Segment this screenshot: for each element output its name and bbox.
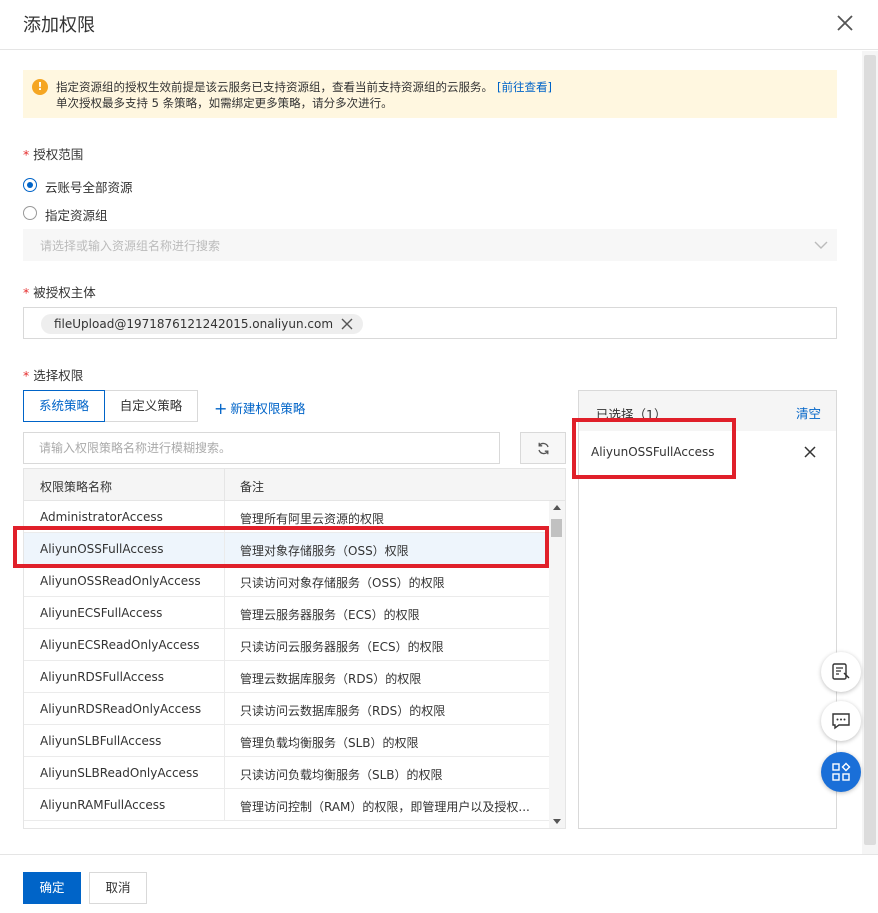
confirm-button[interactable]: 确定 (23, 872, 81, 904)
policy-name: AliyunRDSReadOnlyAccess (40, 702, 202, 716)
table-row[interactable]: AliyunECSFullAccess 管理云服务器服务（ECS）的权限 (24, 597, 549, 629)
highlight-box-row (13, 526, 549, 568)
cell-divider (224, 757, 225, 789)
plus-icon: + (214, 399, 228, 418)
table-row[interactable]: AliyunECSReadOnlyAccess 只读访问云服务器服务（ECS）的权… (24, 629, 549, 661)
policy-note: 管理负载均衡服务（SLB）的权限 (240, 736, 419, 750)
table-header: 权限策略名称 备注 (24, 469, 565, 501)
cell-divider (224, 629, 225, 661)
dialog-header: 添加权限 (0, 0, 878, 50)
clear-button[interactable]: 清空 (796, 403, 821, 422)
chat-button[interactable] (821, 701, 861, 741)
feedback-button[interactable] (821, 652, 861, 692)
radio-all-resources-label[interactable]: 云账号全部资源 (45, 177, 133, 196)
table-row[interactable]: AliyunOSSReadOnlyAccess 只读访问对象存储服务（OSS）的权… (24, 565, 549, 597)
cell-divider (224, 565, 225, 597)
principal-label: * 被授权主体 (23, 282, 96, 301)
scroll-down-icon[interactable] (553, 819, 561, 824)
tag-remove-icon[interactable] (341, 318, 353, 330)
principal-tag: fileUpload@1971876121242015.onaliyun.com (41, 314, 364, 334)
policy-note: 管理云服务器服务（ECS）的权限 (240, 608, 420, 622)
close-icon[interactable] (834, 12, 856, 34)
cancel-button[interactable]: 取消 (89, 872, 147, 904)
required-mark: * (23, 285, 30, 300)
required-mark: * (23, 147, 30, 162)
policy-name: AliyunSLBFullAccess (40, 734, 162, 748)
table-row[interactable]: AliyunSLBReadOnlyAccess 只读访问负载均衡服务（SLB）的权… (24, 757, 549, 789)
radio-all-resources[interactable] (23, 178, 37, 192)
principal-input[interactable]: fileUpload@1971876121242015.onaliyun.com (23, 307, 837, 339)
principal-tag-text: fileUpload@1971876121242015.onaliyun.com (54, 317, 334, 331)
scroll-up-icon[interactable] (553, 505, 561, 510)
chat-icon (832, 713, 850, 730)
policy-name: AliyunECSReadOnlyAccess (40, 638, 200, 652)
notice-banner: ! 指定资源组的授权生效前提是该云服务已支持资源组，查看当前支持资源组的云服务。… (23, 70, 837, 118)
policy-name: AliyunSLBReadOnlyAccess (40, 766, 199, 780)
refresh-icon (538, 442, 549, 455)
policy-table: 权限策略名称 备注 AdministratorAccess 管理所有阿里云资源的权… (23, 468, 566, 829)
dialog-title: 添加权限 (23, 15, 95, 36)
notice-text: 指定资源组的授权生效前提是该云服务已支持资源组，查看当前支持资源组的云服务。 (56, 80, 493, 94)
tab-system-policy[interactable]: 系统策略 (23, 390, 105, 422)
new-policy-link[interactable]: + 新建权限策略 (214, 398, 305, 418)
cell-divider (224, 693, 225, 725)
policy-name: AdministratorAccess (40, 510, 163, 524)
notice-link[interactable]: [前往查看] (497, 80, 552, 94)
policy-note: 只读访问云服务器服务（ECS）的权限 (240, 640, 444, 654)
notice-line-2: 单次授权最多支持 5 条策略，如需绑定更多策略，请分多次进行。 (56, 96, 393, 110)
table-row[interactable]: AliyunRDSReadOnlyAccess 只读访问云数据库服务（RDS）的权… (24, 693, 549, 725)
required-mark: * (23, 368, 30, 383)
policy-name: AliyunOSSReadOnlyAccess (40, 574, 201, 588)
policy-note: 管理访问控制（RAM）的权限，即管理用户以及授权... (240, 800, 530, 814)
resource-group-placeholder: 请选择或输入资源组名称进行搜索 (40, 239, 221, 253)
column-divider (224, 469, 225, 501)
highlight-box-selected (572, 418, 736, 479)
table-scrollbar[interactable] (549, 501, 565, 828)
notice-line-1: 指定资源组的授权生效前提是该云服务已支持资源组，查看当前支持资源组的云服务。 [前… (56, 79, 552, 95)
policy-name: AliyunRAMFullAccess (40, 798, 166, 812)
cell-divider (224, 597, 225, 629)
feedback-icon (832, 663, 850, 680)
scope-label-text: 授权范围 (33, 147, 84, 162)
resource-group-select: 请选择或输入资源组名称进行搜索 (23, 229, 837, 261)
remove-icon[interactable] (804, 446, 816, 458)
permissions-label: * 选择权限 (23, 365, 83, 384)
policy-note: 管理云数据库服务（RDS）的权限 (240, 672, 422, 686)
warning-icon: ! (32, 79, 48, 95)
table-row[interactable]: AliyunSLBFullAccess 管理负载均衡服务（SLB）的权限 (24, 725, 549, 757)
policy-note: 只读访问云数据库服务（RDS）的权限 (240, 704, 446, 718)
table-row[interactable]: AliyunRDSFullAccess 管理云数据库服务（RDS）的权限 (24, 661, 549, 693)
cell-divider (224, 725, 225, 757)
policy-note: 只读访问对象存储服务（OSS）的权限 (240, 576, 445, 590)
column-header-note: 备注 (240, 480, 265, 494)
scope-label: * 授权范围 (23, 144, 83, 163)
policy-search-input[interactable] (23, 432, 500, 464)
apps-button[interactable] (821, 752, 861, 792)
table-row[interactable]: AliyunRAMFullAccess 管理访问控制（RAM）的权限，即管理用户以… (24, 789, 549, 821)
cell-divider (224, 789, 225, 821)
cell-divider (224, 661, 225, 693)
radio-resource-group[interactable] (23, 206, 37, 220)
chevron-down-icon (814, 241, 828, 249)
tab-custom-policy[interactable]: 自定义策略 (105, 390, 198, 422)
principal-label-text: 被授权主体 (33, 285, 96, 300)
policy-note: 管理所有阿里云资源的权限 (240, 512, 385, 526)
radio-resource-group-label[interactable]: 指定资源组 (45, 205, 108, 224)
apps-icon (832, 762, 851, 781)
table-scrollbar-thumb[interactable] (551, 519, 562, 537)
dialog-footer: 确定 取消 (0, 854, 878, 913)
policy-name: AliyunRDSFullAccess (40, 670, 164, 684)
refresh-button[interactable] (520, 432, 566, 464)
dialog-scrollbar-thumb[interactable] (864, 55, 876, 845)
column-header-name: 权限策略名称 (40, 480, 113, 494)
permissions-label-text: 选择权限 (33, 368, 84, 383)
policy-name: AliyunECSFullAccess (40, 606, 163, 620)
new-policy-text: 新建权限策略 (230, 401, 306, 416)
policy-note: 只读访问负载均衡服务（SLB）的权限 (240, 768, 443, 782)
